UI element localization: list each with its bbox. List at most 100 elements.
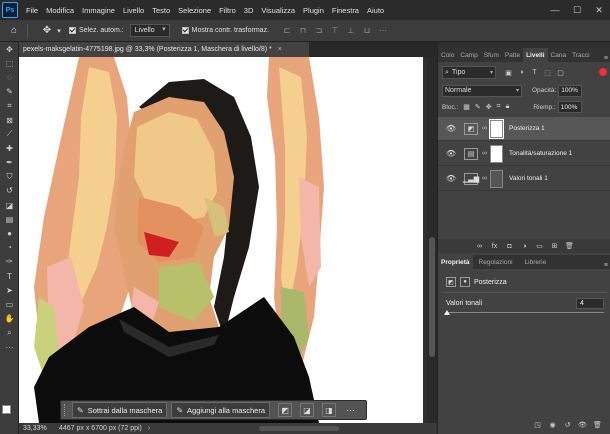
pixel-filter-icon[interactable]: ▣ (502, 69, 515, 77)
layer-row-levels[interactable]: 👁︎ ▁▃▆ ∞ Valori tonali 1 (438, 167, 610, 191)
layer-style-icon[interactable]: fx (487, 243, 502, 250)
smart-object-filter-icon[interactable]: ▢ (554, 69, 567, 77)
chain-link-icon[interactable]: ∞ (482, 150, 487, 157)
delete-adjustment-icon[interactable]: 🗑︎ (590, 421, 605, 429)
menu-3d[interactable]: 3D (240, 6, 258, 15)
tab-layers[interactable]: Livelli (523, 48, 548, 62)
close-button[interactable]: ✕ (588, 0, 610, 20)
scrollbar-thumb[interactable] (429, 237, 435, 357)
crop-tool-icon[interactable]: ⌗ (0, 99, 19, 113)
chevron-down-icon[interactable]: ▾ (55, 23, 63, 39)
zoom-level[interactable]: 33,33% (19, 425, 59, 432)
tab-swatches[interactable]: Camp (457, 48, 480, 62)
layer-filter-dropdown[interactable]: ⌕ Tipo (442, 66, 496, 79)
align-top-icon[interactable]: ⊤ (328, 24, 342, 38)
fill-mask-icon[interactable]: ◨ (322, 403, 336, 417)
menu-immagine[interactable]: Immagine (78, 6, 119, 15)
canvas-area[interactable] (19, 57, 427, 423)
menu-testo[interactable]: Testo (148, 6, 174, 15)
subtract-from-mask-button[interactable]: ✎ Sottrai dalla maschera (72, 402, 168, 418)
brush-tool-icon[interactable]: ✒ (0, 156, 19, 170)
tab-color[interactable]: Colo (438, 48, 457, 62)
filter-toggle-icon[interactable] (599, 68, 607, 76)
invert-mask-icon[interactable]: ◩ (278, 403, 292, 417)
lock-all-icon[interactable]: 🔒︎ (506, 103, 510, 111)
add-to-mask-button[interactable]: ✎ Aggiungi alla maschera (171, 402, 270, 418)
tab-paths[interactable]: Tracci (569, 48, 592, 62)
home-icon[interactable]: ⌂ (6, 23, 22, 39)
close-tab-icon[interactable]: × (278, 46, 282, 53)
layer-mask-thumbnail[interactable] (490, 144, 503, 163)
align-right-icon[interactable]: ⊐ (312, 24, 326, 38)
path-select-tool-icon[interactable]: ➤ (0, 283, 19, 297)
more-tools-icon[interactable]: ··· (0, 340, 19, 354)
mask-icon[interactable]: ● (460, 277, 470, 287)
type-filter-icon[interactable]: T (528, 69, 541, 77)
shape-filter-icon[interactable]: ⬚ (541, 69, 554, 77)
new-layer-icon[interactable]: ⊞ (547, 242, 562, 250)
lock-image-icon[interactable]: ✎ (475, 103, 481, 111)
auto-select-checkbox[interactable]: Selez. autom.: (69, 27, 124, 34)
clone-stamp-tool-icon[interactable]: ⛉ (0, 170, 19, 184)
menu-modifica[interactable]: Modifica (42, 6, 78, 15)
show-transform-checkbox[interactable]: Mostra contr. trasformaz. (181, 27, 269, 34)
link-layers-icon[interactable]: ∞ (472, 243, 487, 250)
new-adjustment-icon[interactable]: ◑ (517, 243, 532, 250)
history-brush-tool-icon[interactable]: ↺ (0, 184, 19, 198)
tab-properties[interactable]: Proprietà (438, 255, 473, 269)
align-middle-icon[interactable]: ⊥ (344, 24, 358, 38)
menu-aiuto[interactable]: Aiuto (363, 6, 388, 15)
type-tool-icon[interactable]: T (0, 269, 19, 283)
dodge-tool-icon[interactable]: ◔ (0, 241, 19, 255)
pen-tool-icon[interactable]: ✑ (0, 255, 19, 269)
more-icon[interactable]: ··· (376, 24, 390, 38)
menu-plugin[interactable]: Plugin (299, 6, 328, 15)
frame-tool-icon[interactable]: ⊠ (0, 113, 19, 127)
clip-to-layer-icon[interactable]: ◳ (530, 421, 545, 429)
blend-mode-dropdown[interactable]: Normale (442, 84, 522, 97)
visibility-eye-icon[interactable]: 👁︎ (444, 174, 458, 183)
drag-handle[interactable] (64, 404, 68, 416)
panel-menu-icon[interactable]: ≡ (604, 55, 608, 62)
tab-gradients[interactable]: Sfum (481, 48, 502, 62)
levels-slider-handle[interactable] (444, 310, 451, 315)
feather-mask-icon[interactable]: ◪ (300, 403, 314, 417)
chevron-right-icon[interactable]: › (148, 425, 150, 432)
document-tab[interactable]: pexels-maksgelatin-4775198.jpg @ 33,3% (… (19, 42, 309, 57)
move-tool-icon[interactable]: ✥ (0, 42, 19, 56)
auto-select-dropdown[interactable]: Livello (129, 24, 170, 37)
rectangle-tool-icon[interactable]: ▭ (0, 297, 19, 311)
reset-icon[interactable]: ↺ (560, 421, 575, 429)
view-previous-icon[interactable]: ◉ (545, 421, 560, 429)
opacity-input[interactable]: 100% (558, 84, 583, 97)
move-tool-icon[interactable]: ✥ (39, 23, 55, 39)
gradient-tool-icon[interactable]: ▤ (0, 212, 19, 226)
lock-artboard-icon[interactable]: ⌗ (497, 103, 501, 111)
horizontal-scrollbar-thumb[interactable] (259, 426, 339, 431)
color-swatches[interactable] (2, 405, 17, 427)
quick-select-tool-icon[interactable]: ✎ (0, 85, 19, 99)
levels-slider[interactable] (446, 312, 604, 313)
align-bottom-icon[interactable]: ⊔ (360, 24, 374, 38)
lock-pixels-icon[interactable]: ▦ (463, 103, 470, 111)
tab-patterns[interactable]: Patte (502, 48, 523, 62)
blur-tool-icon[interactable]: ● (0, 226, 19, 240)
chain-link-icon[interactable]: ∞ (482, 125, 487, 132)
layer-row-posterize[interactable]: 👁︎ ◩ ∞ Posterizza 1 (438, 117, 610, 141)
align-left-icon[interactable]: ⊏ (280, 24, 294, 38)
chain-link-icon[interactable]: ∞ (482, 175, 487, 182)
menu-visualizza[interactable]: Visualizza (257, 6, 299, 15)
tab-libraries[interactable]: Librerie (519, 255, 553, 269)
add-mask-icon[interactable]: ◘ (502, 243, 517, 250)
layer-mask-thumbnail[interactable] (490, 169, 503, 188)
zoom-tool-icon[interactable]: ⌕ (0, 326, 19, 340)
visibility-eye-icon[interactable]: 👁︎ (444, 124, 458, 133)
visibility-eye-icon[interactable]: 👁︎ (444, 149, 458, 158)
align-center-h-icon[interactable]: ⊓ (296, 24, 310, 38)
eraser-tool-icon[interactable]: ◪ (0, 198, 19, 212)
maximize-button[interactable]: ☐ (566, 0, 588, 20)
adjustment-filter-icon[interactable]: ◑ (515, 69, 528, 77)
menu-filtro[interactable]: Filtro (215, 6, 240, 15)
lasso-tool-icon[interactable]: ◌ (0, 70, 19, 84)
menu-selezione[interactable]: Selezione (174, 6, 215, 15)
